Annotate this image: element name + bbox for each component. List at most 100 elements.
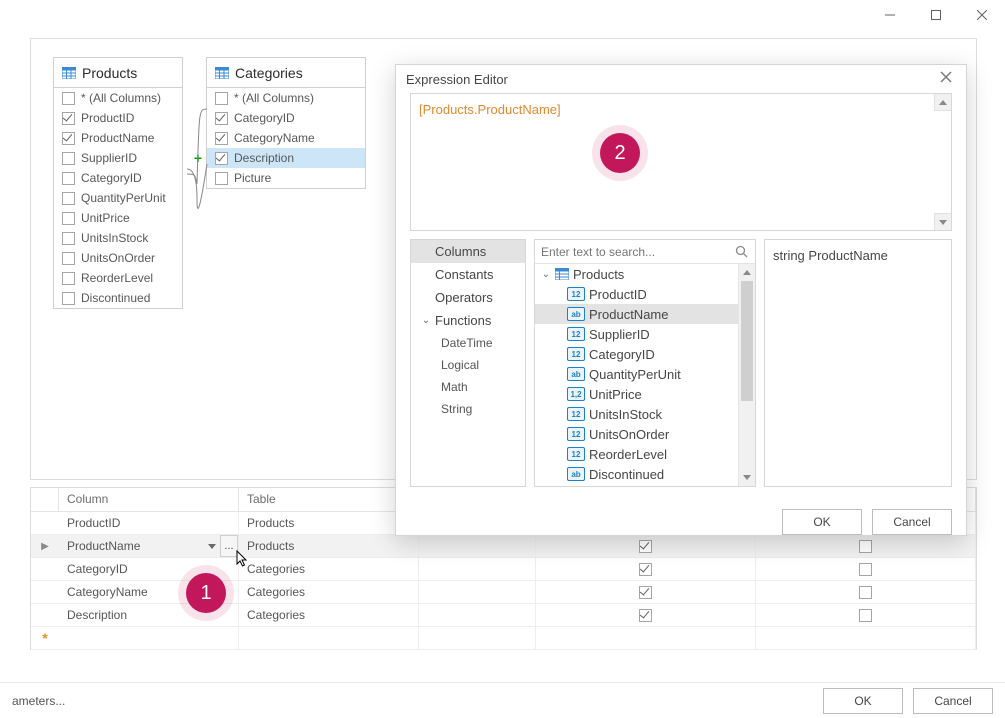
cancel-button[interactable]: Cancel xyxy=(913,688,993,714)
category-subitem[interactable]: Logical xyxy=(411,354,525,376)
tree-item[interactable]: 12 ReorderLevel xyxy=(535,444,738,464)
expression-textarea[interactable]: [Products.ProductName] xyxy=(410,93,952,231)
checkbox[interactable] xyxy=(215,92,228,105)
checkbox[interactable] xyxy=(859,563,872,576)
checkbox[interactable] xyxy=(215,152,228,165)
table-column-item[interactable]: Discontinued xyxy=(54,288,182,308)
checkbox[interactable] xyxy=(62,172,75,185)
tree-item[interactable]: 12 UnitsInStock xyxy=(535,404,738,424)
close-button[interactable] xyxy=(959,0,1005,30)
tree-item[interactable]: 12 ProductID xyxy=(535,284,738,304)
table-column-item[interactable]: ProductName xyxy=(54,128,182,148)
cell-column[interactable]: ProductID xyxy=(59,512,239,534)
checkbox[interactable] xyxy=(62,132,75,145)
table-card-categories[interactable]: Categories * (All Columns)CategoryIDCate… xyxy=(206,57,366,189)
search-box[interactable] xyxy=(535,240,755,264)
cell-checkbox[interactable] xyxy=(536,604,756,626)
category-subitem[interactable]: Math xyxy=(411,376,525,398)
cell-checkbox[interactable] xyxy=(756,581,976,603)
cell-checkbox[interactable] xyxy=(536,581,756,603)
category-item[interactable]: Columns xyxy=(411,240,525,263)
checkbox[interactable] xyxy=(639,609,652,622)
checkbox[interactable] xyxy=(62,272,75,285)
cell-checkbox[interactable] xyxy=(756,604,976,626)
category-item[interactable]: Constants xyxy=(411,263,525,286)
table-column-item[interactable]: CategoryID xyxy=(54,168,182,188)
grid-new-row[interactable]: * xyxy=(31,627,976,650)
table-column-item[interactable]: CategoryName xyxy=(207,128,365,148)
table-column-item[interactable]: UnitsOnOrder xyxy=(54,248,182,268)
table-row[interactable]: CategoryNameCategories xyxy=(31,581,976,604)
tree-item[interactable]: ab ProductName xyxy=(535,304,738,324)
expression-editor-dialog[interactable]: Expression Editor [Products.ProductName]… xyxy=(395,64,967,536)
ok-button[interactable]: OK xyxy=(823,688,903,714)
cell-column[interactable]: ProductName... xyxy=(59,535,239,557)
grid-header-column[interactable]: Column xyxy=(59,488,239,511)
dropdown-button[interactable] xyxy=(204,538,220,554)
tree-item[interactable]: 12 UnitsOnOrder xyxy=(535,424,738,444)
table-column-item[interactable]: ReorderLevel xyxy=(54,268,182,288)
checkbox[interactable] xyxy=(62,112,75,125)
table-column-item[interactable]: * (All Columns) xyxy=(207,88,365,108)
checkbox[interactable] xyxy=(62,212,75,225)
search-icon[interactable] xyxy=(735,245,749,259)
checkbox[interactable] xyxy=(215,132,228,145)
category-subitem[interactable]: DateTime xyxy=(411,332,525,354)
cell-table[interactable]: Products xyxy=(239,535,419,557)
checkbox[interactable] xyxy=(639,563,652,576)
cell-checkbox[interactable] xyxy=(756,535,976,557)
table-column-item[interactable]: Picture xyxy=(207,168,365,188)
table-card-header[interactable]: Categories xyxy=(207,58,365,88)
checkbox[interactable] xyxy=(62,292,75,305)
cell-checkbox[interactable] xyxy=(536,558,756,580)
table-column-item[interactable]: UnitsInStock xyxy=(54,228,182,248)
table-column-item[interactable]: UnitPrice xyxy=(54,208,182,228)
category-item[interactable]: ⌄Functions xyxy=(411,309,525,332)
table-column-item[interactable]: * (All Columns) xyxy=(54,88,182,108)
scrollbar-thumb[interactable] xyxy=(741,281,753,401)
scroll-up-button[interactable] xyxy=(934,94,951,111)
tree-item[interactable]: ab Discontinued xyxy=(535,464,738,484)
cell-table[interactable]: Categories xyxy=(239,581,419,603)
category-item[interactable]: Operators xyxy=(411,286,525,309)
close-icon[interactable] xyxy=(940,71,956,87)
scroll-down-button[interactable] xyxy=(739,469,755,486)
search-input[interactable] xyxy=(541,245,735,259)
category-panel[interactable]: Columns Constants Operators⌄FunctionsDat… xyxy=(410,239,526,487)
cell-table[interactable]: Products xyxy=(239,512,419,534)
category-subitem[interactable]: String xyxy=(411,398,525,420)
tree-root[interactable]: ⌄Products xyxy=(535,264,738,284)
checkbox[interactable] xyxy=(62,152,75,165)
parameters-link[interactable]: ameters... xyxy=(12,694,65,708)
dialog-titlebar[interactable]: Expression Editor xyxy=(396,65,966,93)
table-column-item[interactable]: CategoryID xyxy=(207,108,365,128)
tree-item[interactable]: 12 SupplierID xyxy=(535,324,738,344)
scrollbar[interactable] xyxy=(738,264,755,486)
table-column-item[interactable]: Description xyxy=(207,148,365,168)
columns-tree-panel[interactable]: ⌄Products12 ProductIDab ProductName12 Su… xyxy=(534,239,756,487)
scroll-down-button[interactable] xyxy=(934,213,951,230)
checkbox[interactable] xyxy=(859,586,872,599)
cancel-button[interactable]: Cancel xyxy=(872,509,952,535)
cell-checkbox[interactable] xyxy=(536,535,756,557)
table-column-item[interactable]: SupplierID+ xyxy=(54,148,182,168)
checkbox[interactable] xyxy=(62,92,75,105)
checkbox[interactable] xyxy=(62,252,75,265)
table-card-products[interactable]: Products * (All Columns)ProductIDProduct… xyxy=(53,57,183,309)
scroll-up-button[interactable] xyxy=(739,264,755,281)
checkbox[interactable] xyxy=(639,586,652,599)
cell-table[interactable]: Categories xyxy=(239,558,419,580)
cell-table[interactable]: Categories xyxy=(239,604,419,626)
expand-caret-icon[interactable]: ⌄ xyxy=(421,315,431,326)
table-column-item[interactable]: QuantityPerUnit xyxy=(54,188,182,208)
checkbox[interactable] xyxy=(62,232,75,245)
maximize-button[interactable] xyxy=(913,0,959,30)
checkbox[interactable] xyxy=(859,609,872,622)
table-row[interactable]: CategoryIDCategories xyxy=(31,558,976,581)
checkbox[interactable] xyxy=(215,172,228,185)
tree-item[interactable]: ab QuantityPerUnit xyxy=(535,364,738,384)
expand-caret-icon[interactable]: ⌄ xyxy=(541,269,551,280)
table-row[interactable]: ▶ProductName...Products xyxy=(31,535,976,558)
checkbox[interactable] xyxy=(639,540,652,553)
checkbox[interactable] xyxy=(215,112,228,125)
